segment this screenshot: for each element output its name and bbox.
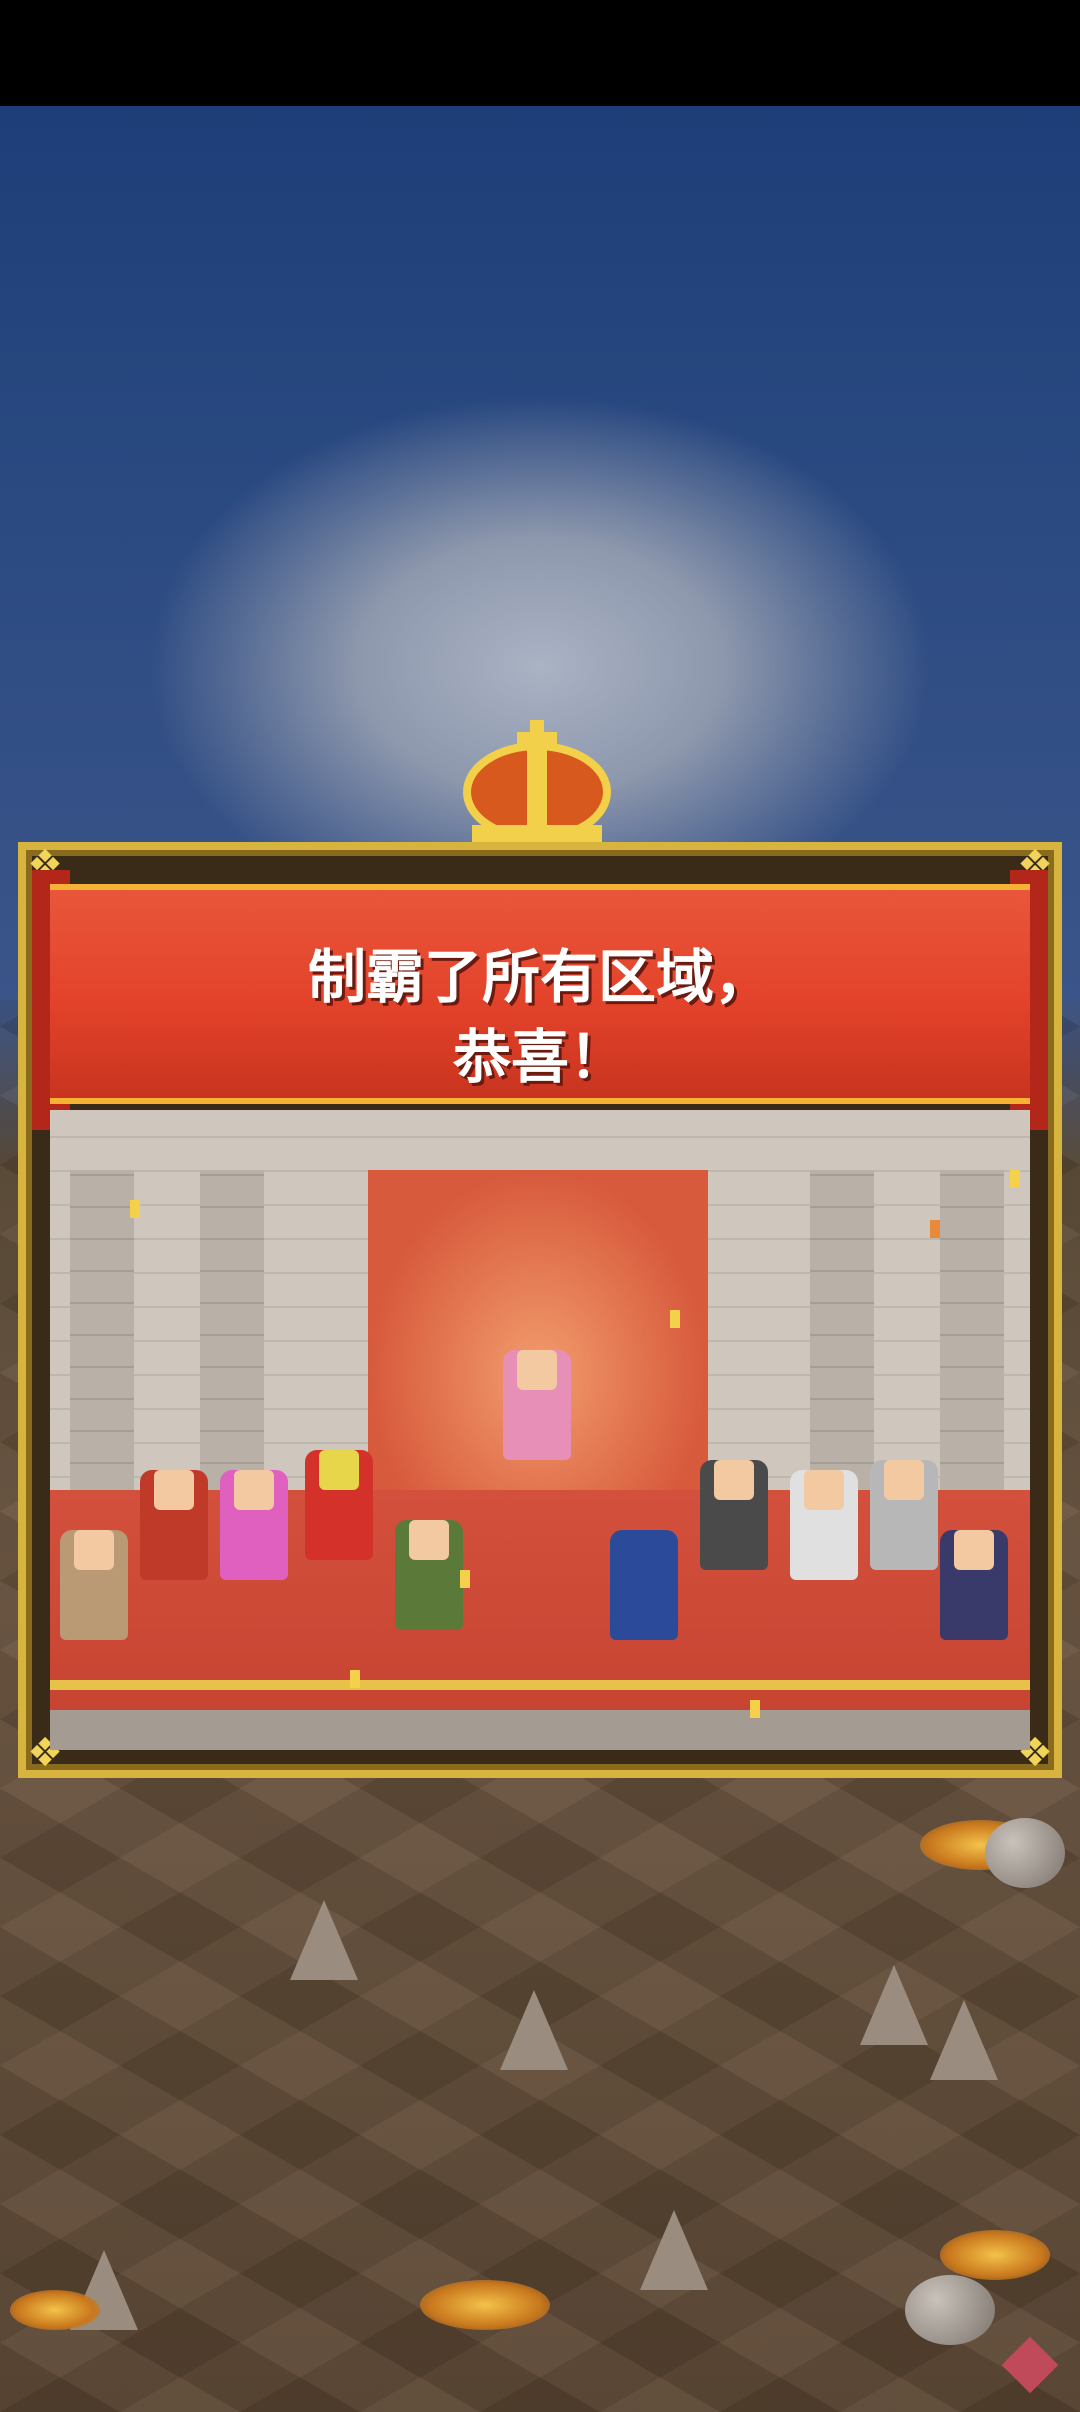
floor-gold-stripe (50, 1680, 1030, 1690)
rock-spire (860, 1965, 928, 2045)
status-bar (0, 0, 1080, 106)
gem-crystal (1001, 2336, 1059, 2394)
character (790, 1470, 858, 1580)
confetti (460, 1570, 470, 1588)
rock-spire (930, 2000, 998, 2080)
character (60, 1530, 128, 1640)
confetti (1010, 1170, 1020, 1188)
boulder (905, 2275, 995, 2345)
rock-spire (640, 2210, 708, 2290)
boulder (985, 1818, 1065, 1888)
character (140, 1470, 208, 1580)
character (940, 1530, 1008, 1640)
character (700, 1460, 768, 1570)
banner-line-2: 恭喜！ (452, 1023, 627, 1091)
character (610, 1530, 678, 1640)
throne-hall-scene (50, 1110, 1030, 1750)
lava-pool (420, 2280, 550, 2330)
character (305, 1450, 373, 1560)
confetti (670, 1310, 680, 1328)
character (220, 1470, 288, 1580)
confetti (130, 1200, 140, 1218)
confetti (930, 1220, 940, 1238)
crown-icon (463, 720, 611, 851)
confetti (350, 1670, 360, 1688)
lava-pool (940, 2230, 1050, 2280)
rock-spire (290, 1900, 358, 1980)
queen-character (503, 1350, 571, 1460)
lava-pool (10, 2290, 100, 2330)
floor-base (50, 1710, 1030, 1750)
character (870, 1460, 938, 1570)
confetti (750, 1700, 760, 1718)
banner-line-1: 制霸了所有区域， (307, 943, 772, 1011)
rock-spire (500, 1990, 568, 2070)
character (395, 1520, 463, 1630)
